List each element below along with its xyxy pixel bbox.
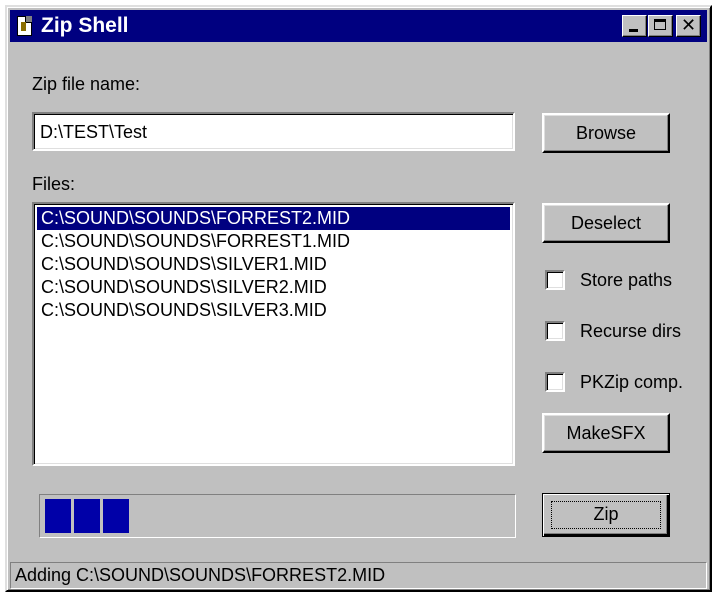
store-paths-option[interactable]: Store paths [545, 267, 672, 293]
pkzip-comp-checkbox[interactable] [545, 372, 565, 392]
maximize-button[interactable] [648, 15, 673, 37]
zip-button-label: Zip [551, 501, 661, 529]
file-list[interactable]: C:\SOUND\SOUNDS\FORREST2.MID C:\SOUND\SO… [32, 202, 515, 466]
pkzip-comp-option[interactable]: PKZip comp. [545, 369, 683, 395]
status-bar: Adding C:\SOUND\SOUNDS\FORREST2.MID [10, 562, 707, 589]
progress-block [45, 499, 71, 533]
store-paths-label: Store paths [580, 269, 673, 290]
makesfx-button[interactable]: MakeSFX [542, 413, 670, 453]
file-list-item[interactable]: C:\SOUND\SOUNDS\SILVER3.MID [37, 299, 510, 322]
file-list-item[interactable]: C:\SOUND\SOUNDS\FORREST1.MID [37, 230, 510, 253]
progress-fill [45, 499, 510, 533]
progress-block [103, 499, 129, 533]
recurse-dirs-option[interactable]: Recurse dirs [545, 318, 681, 344]
progress-block [74, 499, 100, 533]
file-list-item[interactable]: C:\SOUND\SOUNDS\SILVER2.MID [37, 276, 510, 299]
zip-file-name-label: Zip file name: [32, 74, 141, 94]
recurse-dirs-checkbox[interactable] [545, 321, 565, 341]
document-icon[interactable] [17, 16, 32, 36]
recurse-dirs-label: Recurse dirs [580, 320, 682, 341]
maximize-icon [654, 19, 666, 30]
progress-bar [39, 494, 516, 538]
store-paths-checkbox[interactable] [545, 270, 565, 290]
progress-track [45, 499, 510, 533]
files-label: Files: [32, 174, 76, 194]
file-list-item[interactable]: C:\SOUND\SOUNDS\FORREST2.MID [37, 207, 510, 230]
title-bar-controls: ✕ [621, 15, 701, 38]
zip-shell-window: Zip Shell ✕ Zip file name: D:\TEST\Test … [5, 5, 712, 592]
minimize-icon [629, 29, 638, 32]
zip-file-name-input[interactable]: D:\TEST\Test [32, 112, 515, 151]
close-button[interactable]: ✕ [676, 15, 701, 37]
deselect-button[interactable]: Deselect [542, 203, 670, 243]
zip-button[interactable]: Zip [542, 493, 670, 537]
zip-file-name-value: D:\TEST\Test [40, 122, 148, 142]
window-title: Zip Shell [41, 14, 129, 37]
title-bar[interactable]: Zip Shell ✕ [10, 10, 707, 42]
pkzip-comp-label: PKZip comp. [580, 371, 684, 392]
minimize-button[interactable] [622, 15, 647, 37]
close-icon: ✕ [680, 15, 697, 36]
browse-button[interactable]: Browse [542, 113, 670, 153]
file-list-item[interactable]: C:\SOUND\SOUNDS\SILVER1.MID [37, 253, 510, 276]
